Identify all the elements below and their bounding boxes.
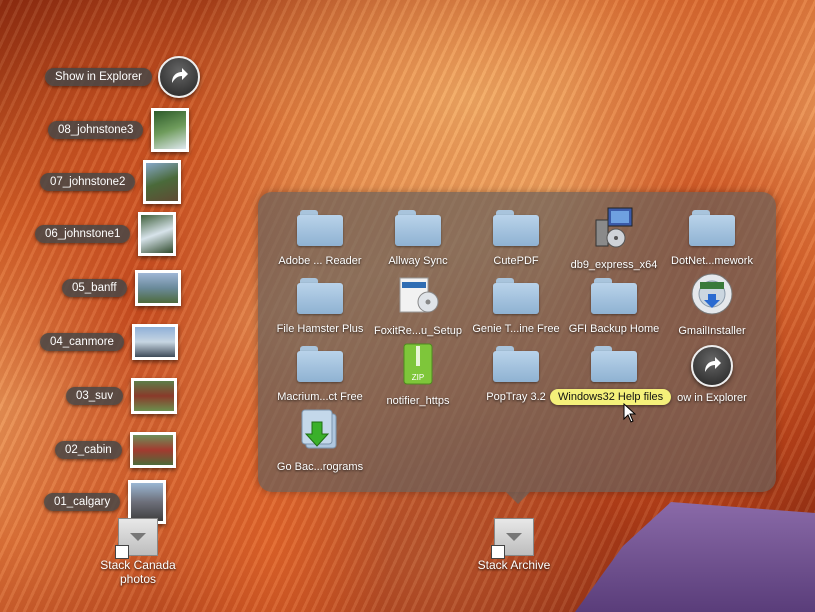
grid-item-go-back[interactable]: Go Bac...rograms	[271, 408, 369, 473]
grid-item-allway-sync[interactable]: Allway Sync	[369, 210, 467, 267]
photo-thumbnail	[131, 378, 178, 414]
stack-label: Stack Archive	[477, 558, 551, 572]
folder-icon	[297, 278, 343, 314]
stack-canada-photos[interactable]: Stack Canada photos	[100, 518, 176, 586]
folder-icon	[591, 278, 637, 314]
curved-arrow-icon	[691, 345, 733, 387]
stack-label-line2: photos	[119, 572, 157, 586]
grid-item-label: Go Bac...rograms	[276, 461, 364, 473]
grid-item-label: Allway Sync	[388, 255, 448, 267]
software-box-icon	[399, 277, 439, 313]
stack-item-label: 01_calgary	[44, 493, 121, 511]
stack-item-06[interactable]: 06_johnstone1	[35, 212, 177, 256]
disc-installer-icon	[691, 273, 733, 315]
photo-thumbnail	[131, 324, 178, 360]
folder-icon	[493, 346, 539, 382]
stack-item-label: 02_cabin	[55, 441, 122, 459]
go-back-icon	[301, 409, 337, 449]
grid-item-db9-express[interactable]: db9_express_x64	[565, 206, 663, 271]
photo-thumbnail	[151, 108, 190, 152]
folder-icon	[297, 346, 343, 382]
shortcut-arrow-icon	[115, 545, 129, 559]
shortcut-arrow-icon	[491, 545, 505, 559]
grid-item-label: DotNet...mework	[671, 255, 753, 267]
stack-item-label: 03_suv	[66, 387, 124, 405]
stack-item-label: 07_johnstone2	[40, 173, 136, 191]
installer-icon	[595, 207, 633, 248]
stack-item-05[interactable]: 05_banff	[62, 270, 181, 306]
grid-item-foxit-setup[interactable]: FoxitRe...u_Setup	[369, 274, 467, 337]
stack-tray-icon	[115, 518, 158, 559]
stack-item-label: 06_johnstone1	[35, 225, 131, 243]
grid-item-gmail-installer[interactable]: GmailInstaller	[663, 272, 761, 337]
photo-thumbnail	[143, 160, 182, 204]
grid-item-genie-timeline[interactable]: Genie T...ine Free	[467, 278, 565, 335]
folder-icon	[689, 210, 735, 246]
show-in-explorer-label: Show in Explorer	[45, 68, 152, 86]
grid-item-label: File Hamster Plus	[276, 323, 364, 335]
grid-item-label: Adobe ... Reader	[278, 255, 362, 267]
curved-arrow-icon[interactable]	[157, 56, 200, 98]
stack-tray-icon	[491, 518, 534, 559]
grid-item-file-hamster[interactable]: File Hamster Plus	[271, 278, 369, 335]
zip-icon: ZIP	[403, 343, 433, 385]
grid-item-label: db9_express_x64	[570, 259, 658, 271]
tooltip: Windows32 Help files	[550, 389, 672, 405]
grid-item-adobe-reader[interactable]: Adobe ... Reader	[271, 210, 369, 267]
stack-item-07[interactable]: 07_johnstone2	[40, 160, 182, 204]
stack-item-03[interactable]: 03_suv	[66, 378, 178, 414]
folder-icon	[591, 346, 637, 382]
folder-icon	[493, 210, 539, 246]
photo-thumbnail	[134, 270, 181, 306]
mouse-cursor-icon	[623, 403, 637, 423]
stack-item-02[interactable]: 02_cabin	[55, 432, 176, 468]
stack-show-in-explorer[interactable]: Show in Explorer	[45, 56, 200, 98]
folder-icon	[297, 210, 343, 246]
grid-item-notifier-https[interactable]: ZIP notifier_https	[369, 342, 467, 407]
grid-item-label: ow in Explorer	[677, 392, 747, 404]
stack-item-08[interactable]: 08_johnstone3	[48, 108, 190, 152]
grid-item-label: FoxitRe...u_Setup	[373, 325, 463, 337]
stack-item-label: 04_canmore	[40, 333, 124, 351]
grid-item-cutepdf[interactable]: CutePDF	[467, 210, 565, 267]
stack-label-line1: Stack Canada	[100, 558, 176, 572]
stack-item-label: 05_banff	[62, 279, 127, 297]
folder-icon	[395, 210, 441, 246]
stack-item-label: 08_johnstone3	[48, 121, 144, 139]
stack-archive[interactable]: Stack Archive	[472, 518, 556, 572]
grid-item-label: CutePDF	[493, 255, 539, 267]
grid-item-label: GmailInstaller	[678, 325, 746, 337]
photo-thumbnail	[138, 212, 177, 256]
grid-item-show-in-explorer[interactable]: ow in Explorer	[663, 345, 761, 404]
grid-item-label: notifier_https	[386, 395, 450, 407]
grid-item-label: Genie T...ine Free	[472, 323, 560, 335]
grid-item-label: Macrium...ct Free	[277, 391, 363, 403]
wallpaper-sky	[575, 502, 815, 612]
grid-item-macrium-reflect[interactable]: Macrium...ct Free	[271, 346, 369, 403]
photo-thumbnail	[129, 432, 176, 468]
folder-icon	[493, 278, 539, 314]
stack-item-04[interactable]: 04_canmore	[40, 324, 178, 360]
svg-text:ZIP: ZIP	[412, 373, 424, 382]
grid-item-gfi-backup[interactable]: GFI Backup Home	[565, 278, 663, 335]
grid-item-dotnet-framework[interactable]: DotNet...mework	[663, 210, 761, 267]
grid-item-windows32-help[interactable]	[565, 346, 663, 387]
grid-item-label: GFI Backup Home	[568, 323, 660, 335]
